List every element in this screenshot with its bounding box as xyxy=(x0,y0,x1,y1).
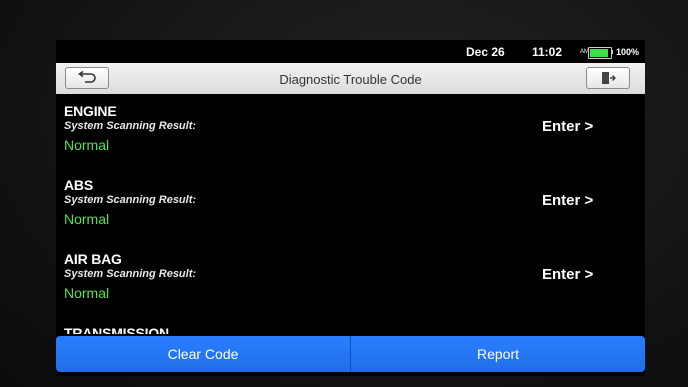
screen-bottom-edge xyxy=(56,372,645,376)
enter-button[interactable]: Enter > xyxy=(542,266,593,283)
exit-door-icon xyxy=(602,72,616,84)
status-time: 11:02 xyxy=(532,45,563,59)
status-bar: Dec 26 11:02 AM 100% xyxy=(56,40,645,62)
system-list: ENGINE System Scanning Result: Normal En… xyxy=(56,94,645,334)
battery-tip xyxy=(611,50,613,54)
enter-button[interactable]: Enter > xyxy=(542,118,593,135)
battery-percent: 100% xyxy=(616,47,640,57)
battery-icon xyxy=(588,47,612,59)
list-item: TRANSMISSION xyxy=(56,316,645,334)
status-date: Dec 26 xyxy=(466,45,505,59)
system-name: ENGINE xyxy=(64,103,117,119)
battery-level xyxy=(590,49,608,57)
list-item: ENGINE System Scanning Result: Normal En… xyxy=(56,94,645,168)
enter-button[interactable]: Enter > xyxy=(542,192,593,209)
bottom-action-bar: Clear Code Report xyxy=(56,336,645,372)
report-button[interactable]: Report xyxy=(351,336,645,372)
clear-code-button[interactable]: Clear Code xyxy=(56,336,351,372)
scan-status: Normal xyxy=(64,211,110,227)
exit-button[interactable] xyxy=(586,67,630,89)
scan-status: Normal xyxy=(64,285,110,301)
page-title: Diagnostic Trouble Code xyxy=(279,72,422,87)
scan-result-label: System Scanning Result: xyxy=(64,120,197,132)
scan-result-label: System Scanning Result: xyxy=(64,194,197,206)
system-name: ABS xyxy=(64,177,93,193)
title-bar: Diagnostic Trouble Code xyxy=(56,63,645,94)
system-name: AIR BAG xyxy=(64,251,122,267)
system-name: TRANSMISSION xyxy=(64,325,169,334)
scan-result-label: System Scanning Result: xyxy=(64,268,197,280)
list-item: AIR BAG System Scanning Result: Normal E… xyxy=(56,242,645,316)
device-screen: Dec 26 11:02 AM 100% Diagnostic Trouble … xyxy=(56,40,645,376)
scan-status: Normal xyxy=(64,137,110,153)
list-item: ABS System Scanning Result: Normal Enter… xyxy=(56,168,645,242)
